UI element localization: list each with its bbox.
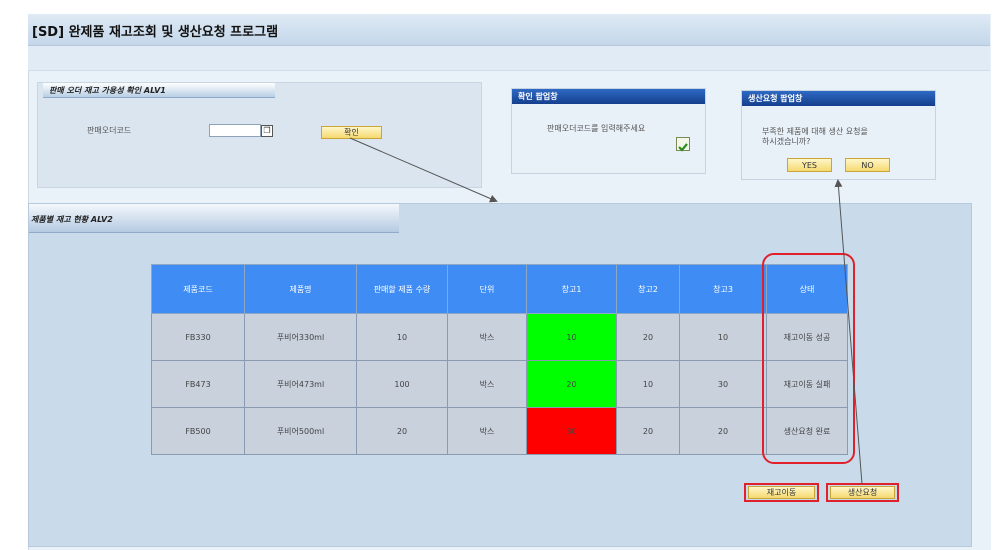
column-header[interactable]: 판매할 제품 수량 bbox=[356, 264, 448, 314]
warehouse2-cell[interactable]: 20 bbox=[616, 313, 680, 361]
stock-table: 제품코드 제품명 판매할 제품 수량 단위 창고1 창고2 창고3 상태 FB3… bbox=[151, 264, 848, 455]
stock-move-button[interactable]: 재고이동 bbox=[748, 486, 815, 499]
production-popup-title: 생산요청 팝업창 bbox=[742, 91, 935, 106]
warehouse1-cell[interactable]: 10 bbox=[526, 313, 617, 361]
production-popup-message-2: 하시겠습니까? bbox=[762, 137, 811, 146]
sale-quantity-cell[interactable]: 20 bbox=[356, 407, 448, 455]
product-code-cell[interactable]: FB473 bbox=[151, 360, 245, 408]
warehouse3-cell[interactable]: 10 bbox=[679, 313, 767, 361]
table-row[interactable]: FB330 푸비어330ml 10 박스 10 20 10 재고이동 성공 bbox=[151, 313, 848, 361]
column-header[interactable]: 제품명 bbox=[244, 264, 357, 314]
confirm-button[interactable]: 확인 bbox=[321, 126, 382, 139]
order-panel: 판매 오더 재고 가용성 확인 ALV1 판매오더코드 ❐ 확인 bbox=[37, 82, 482, 188]
column-header[interactable]: 제품코드 bbox=[151, 264, 245, 314]
warehouse3-cell[interactable]: 30 bbox=[679, 360, 767, 408]
sale-quantity-cell[interactable]: 10 bbox=[356, 313, 448, 361]
confirm-popup-title: 확인 팝업창 bbox=[512, 89, 705, 104]
order-code-label: 판매오더코드 bbox=[87, 126, 132, 135]
warehouse1-cell[interactable]: 20 bbox=[526, 360, 617, 408]
production-popup: 생산요청 팝업창 부족한 제품에 대해 생산 요청을 하시겠습니까? YES N… bbox=[741, 90, 936, 180]
checkmark-icon[interactable] bbox=[676, 137, 690, 152]
table-header-row: 제품코드 제품명 판매할 제품 수량 단위 창고1 창고2 창고3 상태 bbox=[151, 264, 848, 314]
toolbar bbox=[28, 46, 990, 71]
unit-cell[interactable]: 박스 bbox=[447, 313, 527, 361]
product-name-cell[interactable]: 푸비어330ml bbox=[244, 313, 357, 361]
order-panel-header: 판매 오더 재고 가용성 확인 ALV1 bbox=[43, 83, 275, 98]
confirm-popup: 확인 팝업창 판매오더코드를 입력해주세요 bbox=[511, 88, 706, 174]
title-bar: [SD] 완제품 재고조회 및 생산요청 프로그램 bbox=[28, 14, 990, 46]
confirm-popup-message: 판매오더코드를 입력해주세요 bbox=[547, 124, 646, 133]
warehouse2-cell[interactable]: 20 bbox=[616, 407, 680, 455]
value-help-icon[interactable]: ❐ bbox=[261, 125, 273, 137]
product-name-cell[interactable]: 푸비어500ml bbox=[244, 407, 357, 455]
column-header[interactable]: 창고2 bbox=[616, 264, 680, 314]
warehouse1-cell[interactable]: 30 bbox=[526, 407, 617, 455]
stock-panel-header: 제품별 재고 현황 ALV2 bbox=[29, 204, 399, 233]
table-row[interactable]: FB500 푸비어500ml 20 박스 30 20 20 생산요청 완료 bbox=[151, 407, 848, 455]
product-code-cell[interactable]: FB330 bbox=[151, 313, 245, 361]
status-highlight bbox=[762, 253, 855, 464]
product-code-cell[interactable]: FB500 bbox=[151, 407, 245, 455]
order-code-input[interactable] bbox=[209, 124, 261, 137]
warehouse3-cell[interactable]: 20 bbox=[679, 407, 767, 455]
production-request-button[interactable]: 생산요청 bbox=[830, 486, 895, 499]
warehouse2-cell[interactable]: 10 bbox=[616, 360, 680, 408]
column-header[interactable]: 창고1 bbox=[526, 264, 617, 314]
sale-quantity-cell[interactable]: 100 bbox=[356, 360, 448, 408]
column-header[interactable]: 창고3 bbox=[679, 264, 767, 314]
unit-cell[interactable]: 박스 bbox=[447, 360, 527, 408]
yes-button[interactable]: YES bbox=[787, 158, 832, 172]
column-header[interactable]: 단위 bbox=[447, 264, 527, 314]
product-name-cell[interactable]: 푸비어473ml bbox=[244, 360, 357, 408]
unit-cell[interactable]: 박스 bbox=[447, 407, 527, 455]
no-button[interactable]: NO bbox=[845, 158, 890, 172]
window-title: [SD] 완제품 재고조회 및 생산요청 프로그램 bbox=[32, 25, 279, 40]
table-row[interactable]: FB473 푸비어473ml 100 박스 20 10 30 재고이동 실패 bbox=[151, 360, 848, 408]
